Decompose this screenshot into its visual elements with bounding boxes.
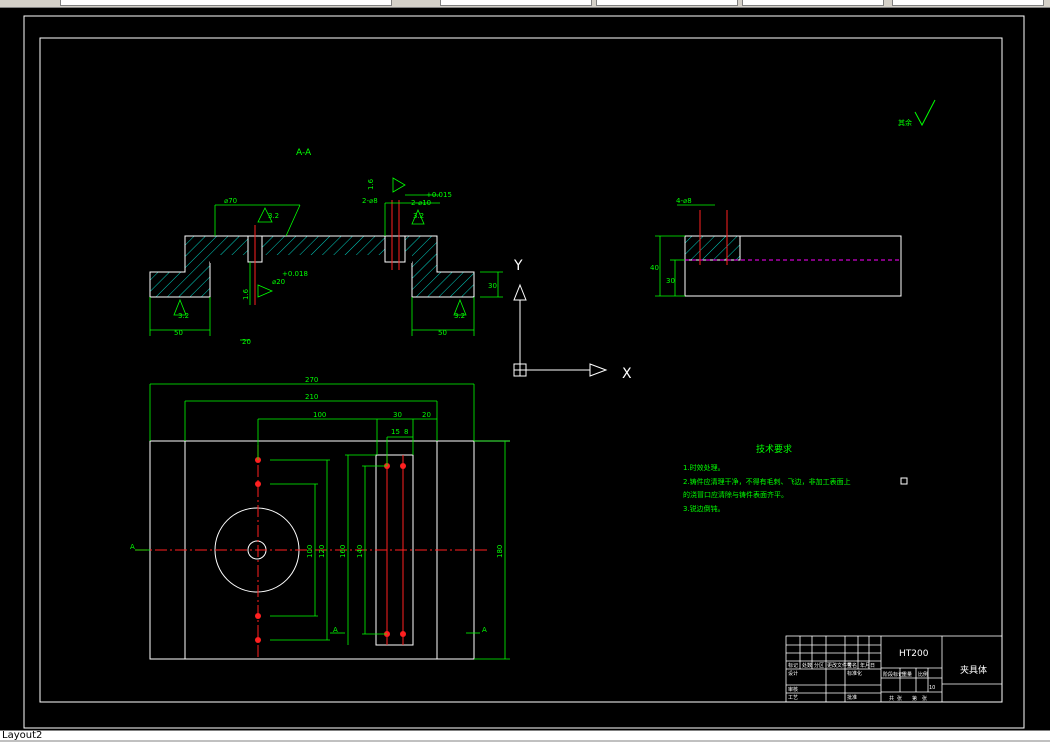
section-body [149,235,475,298]
roughness-symbol [914,99,936,127]
section-mark-a-mid: A [333,626,338,634]
dim-w270: 270 [305,376,318,384]
section-mark-a-right: A [482,626,487,634]
side-view-section [684,235,741,261]
drawing-canvas[interactable]: A-A ⌀70 3.2 3.2 3.2 3.2 1.6 1.6 +0.018 ⌀… [0,8,1030,730]
side-dim-30: 30 [666,277,675,285]
ucs-x-label: X [622,366,632,382]
dim-w8: 8 [404,428,408,436]
tb-label: 张 [897,695,902,702]
dim-d8: 2-⌀8 [362,197,378,205]
dim-r32-right: 3.2 [454,312,465,320]
dim-r32-top: 3.2 [268,212,279,220]
section-cavity [210,255,412,263]
dim-50-left: 50 [174,329,183,337]
notes-list: 1.时效处理。 2.铸件应清理干净，不得有毛刺、飞边，非加工表面上 的浇冒口应清… [683,463,851,513]
roughness-rest: 其余 [898,118,912,127]
paper-edge [23,15,1025,729]
tb-label: 批准 [847,694,857,701]
dim-20b: 20 [242,338,251,346]
tb-label: 标准化 [847,670,862,677]
dim-d10: 2-⌀10 [411,199,431,207]
dim-d20: ⌀20 [272,278,285,286]
note-line: 1.时效处理。 [683,463,725,472]
dim-w20: 20 [422,411,431,419]
part-name: 夹具体 [960,664,987,676]
tb-label: 共 [889,695,894,702]
pin-hole-section [384,235,406,263]
section-label: A-A [296,148,312,158]
dim-w30: 30 [393,411,402,419]
tb-label: 签名 [847,662,857,669]
lineweight-combo[interactable] [742,0,884,6]
ucs-y-label: Y [513,258,523,274]
plotstyle-combo[interactable] [892,0,1044,6]
section-mark-a-left: A [130,543,135,551]
dim-tol: +0.018 [282,270,308,278]
dim-w210: 210 [305,393,318,401]
tb-label: 第 [912,695,917,702]
tb-label: 处数 [802,662,812,669]
vertical-scrollbar[interactable] [1030,8,1050,730]
tb-label: 年月日 [860,662,875,669]
dim-w100: 100 [313,411,326,419]
note-line: 2.铸件应清理干净，不得有毛刺、飞边，非加工表面上 [683,477,851,486]
dim-h180: 180 [496,545,504,558]
tb-label: 审核 [788,686,798,693]
dim-l16: 1.6 [367,178,375,190]
tb-label: 阶段标记 [883,671,903,678]
notes-title: 技术要求 [756,443,792,455]
tb-label: 设计 [788,670,798,677]
side-dim-top: 4-⌀8 [676,197,692,205]
dim-30: 30 [488,282,497,290]
tab-layout2[interactable]: Layout2 [2,730,42,742]
ucs-icon [513,283,608,377]
tb-label: 重量 [902,671,912,678]
dim-tol2: +0.015 [426,191,452,199]
dim-l16b: 1.6 [242,288,250,300]
material: HT200 [899,649,929,659]
tb-label: 分区 [814,662,824,669]
dim-h100: 100 [306,545,314,558]
dim-h120: 120 [318,545,326,558]
dim-h140: 140 [356,545,364,558]
dim-h160: 160 [339,545,347,558]
linetype-combo[interactable] [596,0,738,6]
tb-label: 工艺 [788,695,798,701]
dim-r32-left: 3.2 [178,312,189,320]
plan-dimension-lines [135,383,510,660]
toolbar [0,0,1050,8]
tb-scale-count: 10 [929,685,935,691]
dim-50-right: 50 [438,329,447,337]
layer-combo[interactable] [60,0,392,6]
side-dim-40: 40 [650,264,659,272]
note-line: 3.锐边倒钝。 [683,504,725,513]
tb-label: 比例 [918,671,928,678]
tb-label: 张 [922,695,927,702]
grip-box[interactable] [900,477,908,485]
color-combo[interactable] [440,0,592,6]
dim-d70: ⌀70 [224,197,237,205]
tb-label: 标记 [788,662,798,669]
note-line: 的浇冒口应清除与铸件表面齐平。 [683,490,788,499]
dim-r32-hole: 3.2 [413,212,424,220]
dim-w15: 15 [391,428,400,436]
